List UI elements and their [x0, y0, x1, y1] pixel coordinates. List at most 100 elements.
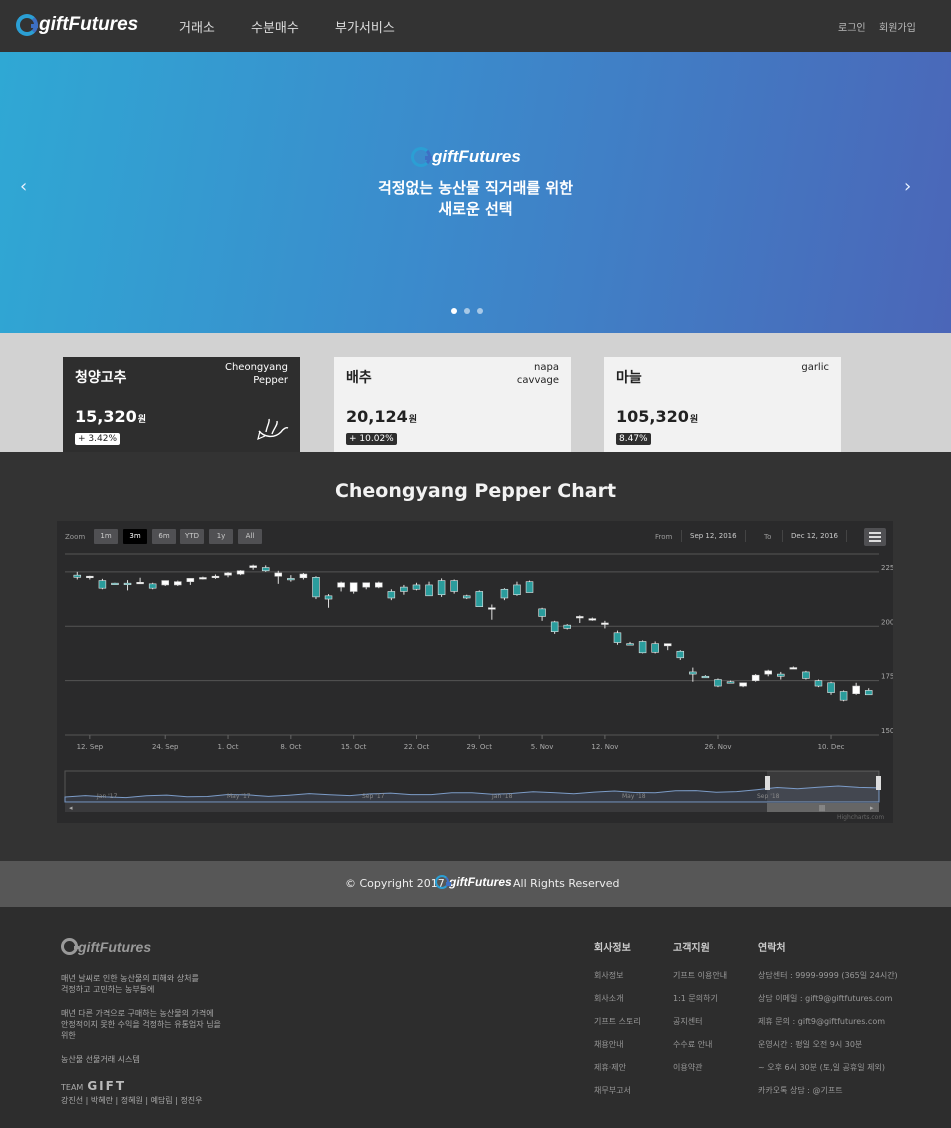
price-card-garlic[interactable]: 마늘 garlic 105,320원 8.47% — [604, 357, 841, 452]
footer-logo[interactable]: giftFutures — [61, 938, 151, 955]
candle[interactable] — [601, 620, 609, 629]
candle[interactable] — [462, 594, 471, 600]
candle[interactable] — [274, 570, 283, 584]
slide-dot[interactable] — [477, 308, 483, 314]
nav-exchange[interactable]: 거래소 — [179, 17, 215, 36]
candle[interactable] — [864, 688, 873, 696]
candle[interactable] — [651, 641, 659, 654]
candle[interactable] — [148, 582, 157, 590]
price-card-pepper[interactable]: 청양고추 Cheongyang Pepper 15,320원 + 3.42% — [63, 357, 300, 452]
candle[interactable] — [701, 675, 710, 679]
candle[interactable] — [852, 682, 860, 695]
candle[interactable] — [613, 630, 622, 645]
footer-link[interactable]: 수수료 안내 — [673, 1039, 712, 1050]
candle[interactable] — [689, 667, 697, 682]
candle[interactable] — [488, 604, 496, 620]
footer-link[interactable]: 회사소개 — [594, 993, 623, 1004]
footer-link[interactable]: 1:1 문의하기 — [673, 993, 718, 1004]
navigator-right-handle[interactable] — [876, 776, 881, 790]
candle[interactable] — [387, 589, 396, 601]
candle[interactable] — [751, 674, 760, 682]
candle[interactable] — [362, 582, 370, 590]
candle[interactable] — [663, 643, 672, 651]
candle[interactable] — [161, 580, 169, 587]
contact-line[interactable]: 상담 이메일 : gift9@giftfutures.com — [758, 993, 892, 1004]
scrollbar-grip-icon[interactable]: ||| — [819, 805, 825, 812]
candle[interactable] — [261, 565, 270, 572]
login-link[interactable]: 로그인 — [838, 19, 866, 34]
candle[interactable] — [375, 581, 383, 589]
candle[interactable] — [73, 571, 82, 580]
candle[interactable] — [588, 617, 597, 621]
navigator[interactable]: Jan '17 May '17 Sep '17 Jan '18 May '18 Sep '… — [64, 770, 881, 812]
candle[interactable] — [412, 582, 421, 591]
candle[interactable] — [550, 620, 559, 634]
scroll-left-arrow-icon[interactable]: ◂ — [69, 804, 73, 812]
candle[interactable] — [425, 581, 433, 597]
price-card-cabbage[interactable]: 배추 napa cavvage 20,124원 + 10.02% — [334, 357, 571, 452]
candle[interactable] — [312, 576, 320, 600]
footer-link[interactable]: 이용약관 — [673, 1062, 702, 1073]
candle[interactable] — [224, 572, 232, 578]
candle[interactable] — [111, 582, 119, 585]
site-logo[interactable]: giftFutures — [16, 14, 138, 36]
candle[interactable] — [136, 577, 144, 585]
navigator-left-handle[interactable] — [765, 776, 770, 790]
card-name-en: napa cavvage — [516, 362, 559, 386]
candle[interactable] — [777, 671, 785, 680]
signup-link[interactable]: 회원가입 — [879, 19, 916, 34]
nav-buy[interactable]: 수분매수 — [251, 17, 299, 36]
candle[interactable] — [337, 581, 345, 592]
footer-link[interactable]: 제휴·제안 — [594, 1062, 626, 1073]
candle[interactable] — [576, 615, 584, 623]
candle[interactable] — [249, 564, 257, 570]
candle[interactable] — [98, 578, 107, 590]
candle[interactable] — [400, 584, 408, 595]
candle[interactable] — [525, 580, 534, 593]
navigator-label: Sep '17 — [362, 793, 385, 800]
slide-dot[interactable] — [464, 308, 470, 314]
candle[interactable] — [324, 594, 333, 608]
footer-link[interactable]: 채용안내 — [594, 1039, 623, 1050]
candle[interactable] — [538, 607, 546, 621]
candle[interactable] — [500, 588, 509, 601]
candle[interactable] — [739, 682, 747, 688]
candle[interactable] — [299, 572, 308, 580]
candle[interactable] — [186, 578, 195, 585]
scroll-right-arrow-icon[interactable]: ▸ — [870, 804, 874, 812]
contact-line[interactable]: 제휴 문의 : gift9@giftfutures.com — [758, 1016, 885, 1027]
candle[interactable] — [714, 678, 722, 688]
candle[interactable] — [827, 681, 835, 695]
nav-services[interactable]: 부가서비스 — [335, 17, 395, 36]
candle[interactable] — [211, 574, 220, 579]
slide-dot[interactable] — [451, 308, 457, 314]
candle[interactable] — [513, 581, 521, 596]
candle[interactable] — [563, 624, 571, 630]
candle[interactable] — [199, 576, 207, 580]
candle[interactable] — [437, 578, 446, 597]
candle[interactable] — [236, 570, 245, 576]
footer-link[interactable]: 채무부고서 — [594, 1085, 631, 1096]
candle[interactable] — [287, 575, 295, 582]
candle[interactable] — [839, 690, 848, 702]
candle[interactable] — [174, 580, 182, 587]
candle[interactable] — [638, 640, 647, 654]
footer-link[interactable]: 기프트 스토리 — [594, 1016, 641, 1027]
candle[interactable] — [814, 679, 823, 688]
footer-link[interactable]: 공지센터 — [673, 1016, 702, 1027]
candle[interactable] — [626, 641, 634, 646]
candle[interactable] — [764, 669, 772, 677]
chart-credit[interactable]: Highcharts.com — [837, 814, 884, 821]
candle[interactable] — [86, 575, 94, 580]
candle[interactable] — [349, 582, 358, 594]
footer-link[interactable]: 회사정보 — [594, 970, 623, 981]
candle[interactable] — [123, 580, 132, 591]
candle[interactable] — [676, 650, 685, 660]
footer-link[interactable]: 기프트 이용안내 — [673, 970, 727, 981]
copyright-text: © Copyright 2017 — [345, 877, 445, 890]
candle[interactable] — [450, 579, 458, 594]
candle[interactable] — [789, 666, 798, 670]
navigator-scrollbar[interactable] — [65, 803, 879, 812]
candle[interactable] — [475, 590, 484, 607]
candle[interactable] — [802, 670, 810, 680]
